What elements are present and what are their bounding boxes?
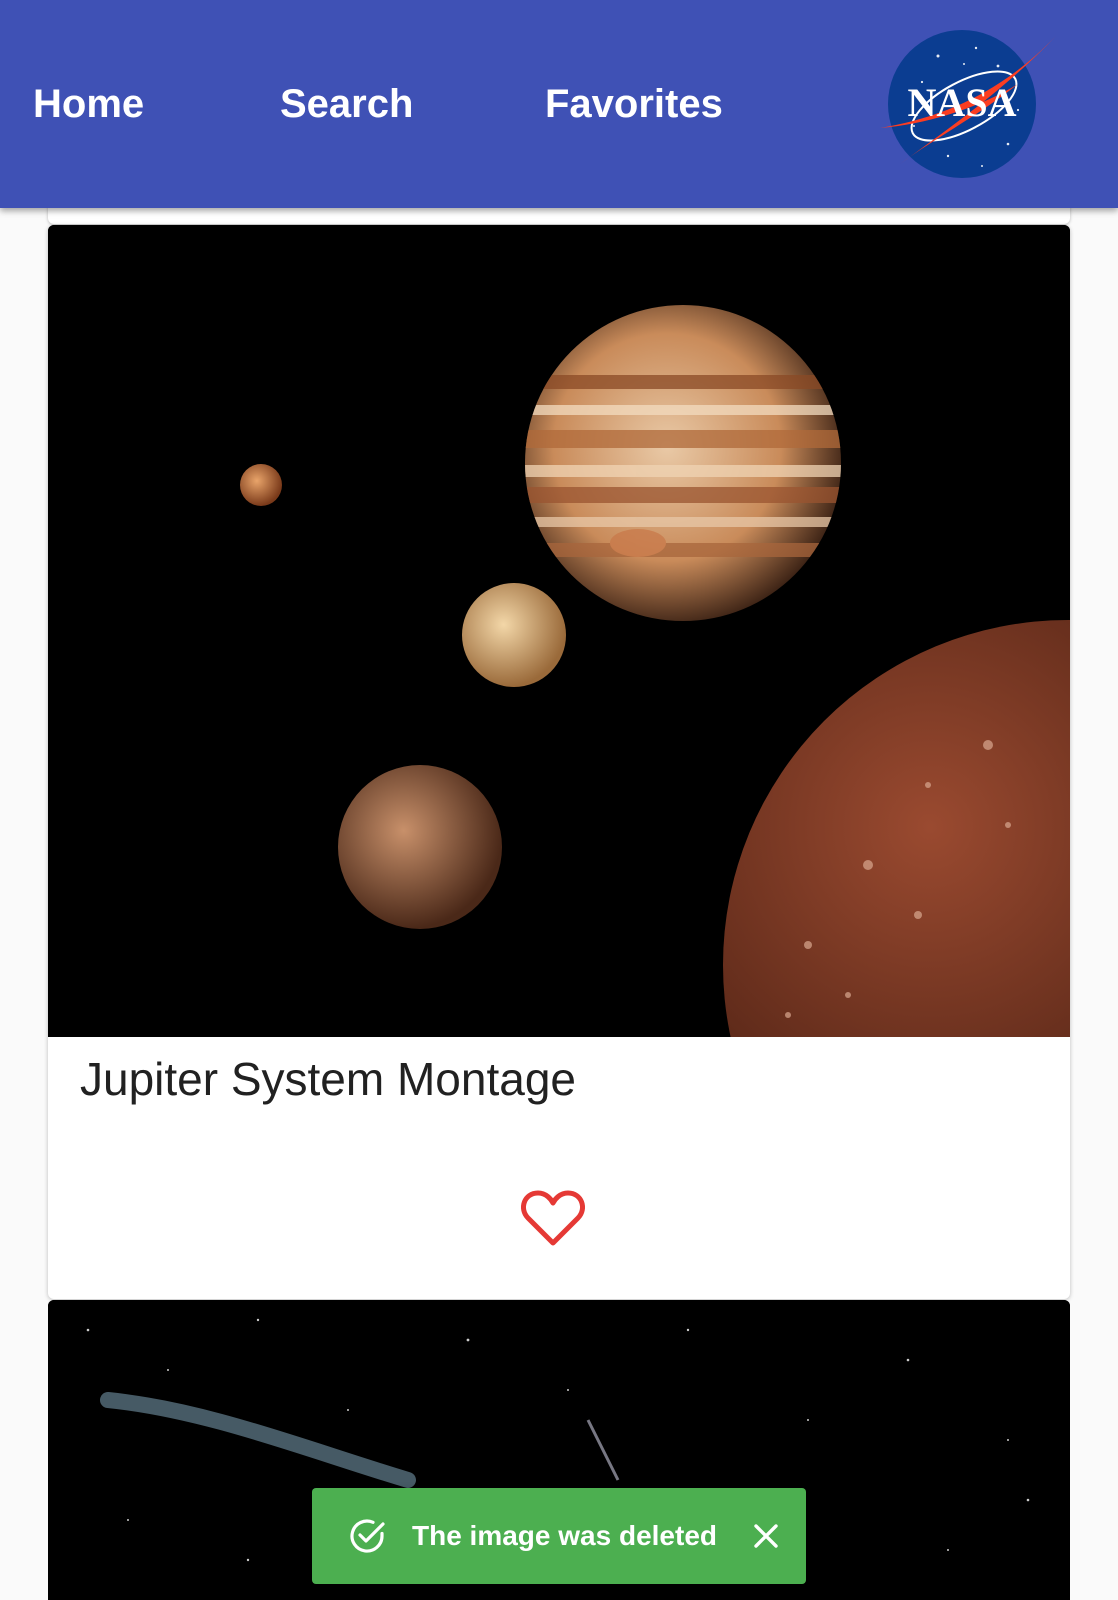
top-app-bar: Home Search Favorites NASA [0, 0, 1118, 208]
favorite-heart-icon[interactable] [520, 1187, 586, 1249]
snackbar-message: The image was deleted [412, 1520, 717, 1551]
nav-favorites-link[interactable]: Favorites [545, 78, 723, 130]
nav-home-link[interactable]: Home [33, 78, 144, 130]
close-icon[interactable] [748, 1518, 784, 1554]
snackbar: The image was deleted [312, 1488, 806, 1584]
card-title: Jupiter System Montage [80, 1053, 577, 1105]
logo-text: NASA [908, 80, 1017, 125]
page: Home Search Favorites NASA Jupiter Syste… [0, 0, 1118, 1600]
check-circle-icon [350, 1519, 385, 1553]
nav-search-link[interactable]: Search [280, 78, 413, 130]
nasa-logo[interactable]: NASA [878, 26, 1060, 182]
jupiter-system-image[interactable] [48, 225, 1070, 1037]
image-card: Jupiter System Montage [48, 225, 1070, 1299]
